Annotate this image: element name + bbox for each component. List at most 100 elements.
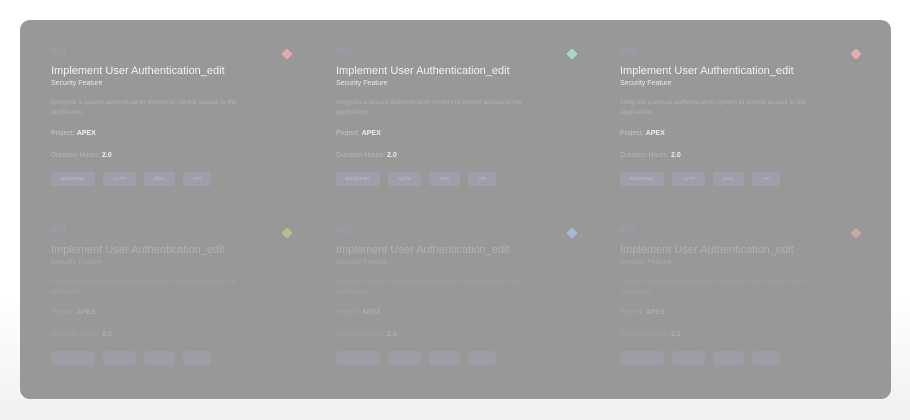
task-title: Implement User Authentication_edit — [336, 65, 510, 77]
project-label: Project: — [51, 309, 75, 316]
task-duration: Duration Hours: 2.0 — [620, 331, 681, 338]
diamond-icon — [566, 48, 578, 60]
tag-list: BACKEND AUTH MVC API — [620, 351, 781, 365]
task-card[interactable]: #01 Implement User Authentication_edit S… — [40, 20, 300, 190]
tag-chip[interactable]: AUTH — [102, 172, 137, 186]
duration-value: 2.0 — [101, 152, 112, 159]
tag-chip[interactable]: API — [183, 351, 212, 365]
project-value: APEX — [645, 130, 665, 137]
task-title: Implement User Authentication_edit — [51, 65, 225, 77]
diamond-icon — [281, 227, 293, 239]
project-value: APEX — [361, 130, 381, 137]
tag-chip[interactable]: AUTH — [671, 351, 706, 365]
duration-value: 2.0 — [386, 152, 397, 159]
tag-list: BACKEND AUTH MVC API — [336, 351, 497, 365]
tag-chip[interactable]: MVC — [429, 351, 461, 365]
task-duration: Duration Hours: 2.0 — [336, 331, 397, 338]
diamond-icon — [281, 48, 293, 60]
duration-value: 2.0 — [670, 331, 681, 338]
task-description: Integrate a secure authentication system… — [336, 278, 522, 295]
task-subtitle: Security Feature — [336, 80, 388, 87]
tag-list: BACKEND AUTH MVC API — [336, 172, 497, 186]
project-label: Project: — [620, 309, 644, 316]
task-description: Integrate a secure authentication system… — [51, 278, 237, 295]
task-duration: Duration Hours: 2.0 — [620, 152, 681, 159]
task-subtitle: Security Feature — [620, 259, 672, 266]
tag-list: BACKEND AUTH MVC API — [51, 172, 212, 186]
task-project: Project: APEX — [620, 309, 665, 316]
tag-list: BACKEND AUTH MVC API — [51, 351, 212, 365]
task-title: Implement User Authentication_edit — [336, 244, 510, 256]
task-number: #01 — [51, 46, 68, 57]
duration-label: Duration Hours: — [51, 152, 101, 159]
tag-chip[interactable]: API — [183, 172, 212, 186]
tag-chip[interactable]: API — [752, 351, 781, 365]
task-description: Integrate a secure authentication system… — [51, 99, 237, 116]
tag-chip[interactable]: BACKEND — [336, 172, 380, 186]
diamond-icon — [850, 48, 862, 60]
task-number: #01 — [51, 225, 68, 236]
tag-chip[interactable]: AUTH — [671, 172, 706, 186]
task-duration: Duration Hours: 2.0 — [51, 152, 112, 159]
duration-label: Duration Hours: — [336, 331, 386, 338]
task-subtitle: Security Feature — [620, 80, 672, 87]
task-project: Project: APEX — [51, 309, 96, 316]
task-description: Integrate a secure authentication system… — [620, 99, 806, 116]
task-card[interactable]: #01 Implement User Authentication_edit S… — [40, 199, 300, 369]
tag-chip[interactable]: MVC — [713, 351, 745, 365]
tag-chip[interactable]: AUTH — [387, 351, 422, 365]
task-title: Implement User Authentication_edit — [620, 65, 794, 77]
task-title: Implement User Authentication_edit — [51, 244, 225, 256]
duration-label: Duration Hours: — [620, 331, 670, 338]
duration-label: Duration Hours: — [336, 152, 386, 159]
task-description: Integrate a secure authentication system… — [336, 99, 522, 116]
tag-chip[interactable]: API — [468, 172, 497, 186]
tag-chip[interactable]: BACKEND — [620, 351, 664, 365]
tag-chip[interactable]: BACKEND — [51, 351, 95, 365]
tag-chip[interactable]: MVC — [144, 172, 176, 186]
task-title: Implement User Authentication_edit — [620, 244, 794, 256]
tag-chip[interactable]: API — [752, 172, 781, 186]
tag-chip[interactable]: MVC — [144, 351, 176, 365]
tag-chip[interactable]: API — [468, 351, 497, 365]
task-subtitle: Security Feature — [51, 80, 103, 87]
task-number: #01 — [336, 225, 353, 236]
tag-chip[interactable]: AUTH — [102, 351, 137, 365]
project-value: APEX — [76, 309, 96, 316]
duration-value: 2.0 — [670, 152, 681, 159]
task-subtitle: Security Feature — [336, 259, 388, 266]
duration-label: Duration Hours: — [620, 152, 670, 159]
tag-list: BACKEND AUTH MVC API — [620, 172, 781, 186]
task-project: Project: APEX — [336, 130, 381, 137]
project-label: Project: — [620, 130, 644, 137]
project-label: Project: — [336, 309, 360, 316]
task-card[interactable]: #01 Implement User Authentication_edit S… — [325, 20, 585, 190]
diamond-icon — [850, 227, 862, 239]
duration-value: 2.0 — [101, 331, 112, 338]
tag-chip[interactable]: MVC — [429, 172, 461, 186]
project-label: Project: — [51, 130, 75, 137]
task-project: Project: APEX — [620, 130, 665, 137]
tag-chip[interactable]: BACKEND — [620, 172, 664, 186]
tag-chip[interactable]: BACKEND — [336, 351, 380, 365]
task-description: Integrate a secure authentication system… — [620, 278, 806, 295]
duration-label: Duration Hours: — [51, 331, 101, 338]
tag-chip[interactable]: MVC — [713, 172, 745, 186]
task-cards-panel: #01 Implement User Authentication_edit S… — [20, 20, 891, 399]
task-card[interactable]: #01 Implement User Authentication_edit S… — [609, 20, 869, 190]
task-project: Project: APEX — [336, 309, 381, 316]
task-card[interactable]: #01 Implement User Authentication_edit S… — [609, 199, 869, 369]
task-number: #01 — [620, 225, 637, 236]
task-project: Project: APEX — [51, 130, 96, 137]
task-duration: Duration Hours: 2.0 — [51, 331, 112, 338]
project-value: APEX — [645, 309, 665, 316]
task-number: #01 — [336, 46, 353, 57]
task-card[interactable]: #01 Implement User Authentication_edit S… — [325, 199, 585, 369]
diamond-icon — [566, 227, 578, 239]
task-duration: Duration Hours: 2.0 — [336, 152, 397, 159]
task-subtitle: Security Feature — [51, 259, 103, 266]
project-value: APEX — [361, 309, 381, 316]
tag-chip[interactable]: BACKEND — [51, 172, 95, 186]
project-value: APEX — [76, 130, 96, 137]
tag-chip[interactable]: AUTH — [387, 172, 422, 186]
